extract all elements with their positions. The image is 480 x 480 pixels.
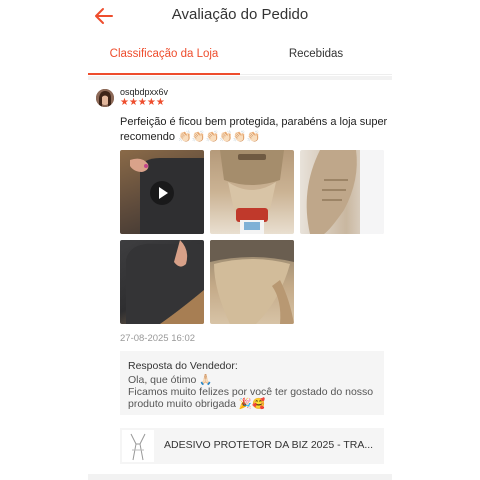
tab-store-rating[interactable]: Classificação da Loja bbox=[88, 36, 240, 73]
tab-received[interactable]: Recebidas bbox=[240, 36, 392, 73]
review-photo-thumbnail[interactable] bbox=[210, 240, 294, 324]
review-photo-thumbnail[interactable] bbox=[120, 240, 204, 324]
tab-bar: Classificação da Loja Recebidas bbox=[88, 36, 392, 75]
seller-reply: Resposta do Vendedor: Ola, que ótimo 🙏🏻 … bbox=[120, 351, 384, 415]
seller-reply-title: Resposta do Vendedor: bbox=[128, 360, 238, 372]
section-divider bbox=[88, 76, 392, 80]
bottom-divider bbox=[88, 474, 392, 480]
product-image bbox=[130, 433, 146, 461]
product-card[interactable]: ADESIVO PROTETOR DA BIZ 2025 - TRA... bbox=[120, 428, 384, 464]
page-title: Avaliação do Pedido bbox=[171, 6, 309, 23]
review-photo-thumbnail[interactable] bbox=[210, 150, 294, 234]
header: Avaliação do Pedido bbox=[0, 0, 480, 32]
reviewer-username: osqbdpxx6v bbox=[120, 87, 169, 97]
review-timestamp: 27-08-2025 16:02 bbox=[120, 333, 196, 344]
active-tab-indicator bbox=[88, 73, 240, 75]
review-text: Perfeição é ficou bem protegida, parabén… bbox=[120, 116, 388, 143]
star-rating: ★★★★★ bbox=[120, 97, 165, 108]
review-photo-thumbnail[interactable] bbox=[300, 150, 384, 234]
seller-reply-text: Ola, que ótimo 🙏🏻 Ficamos muito felizes … bbox=[128, 374, 374, 410]
product-thumbnail bbox=[122, 430, 154, 462]
product-name: ADESIVO PROTETOR DA BIZ 2025 - TRA... bbox=[164, 439, 374, 451]
play-icon[interactable] bbox=[150, 181, 174, 205]
avatar[interactable] bbox=[96, 89, 114, 107]
